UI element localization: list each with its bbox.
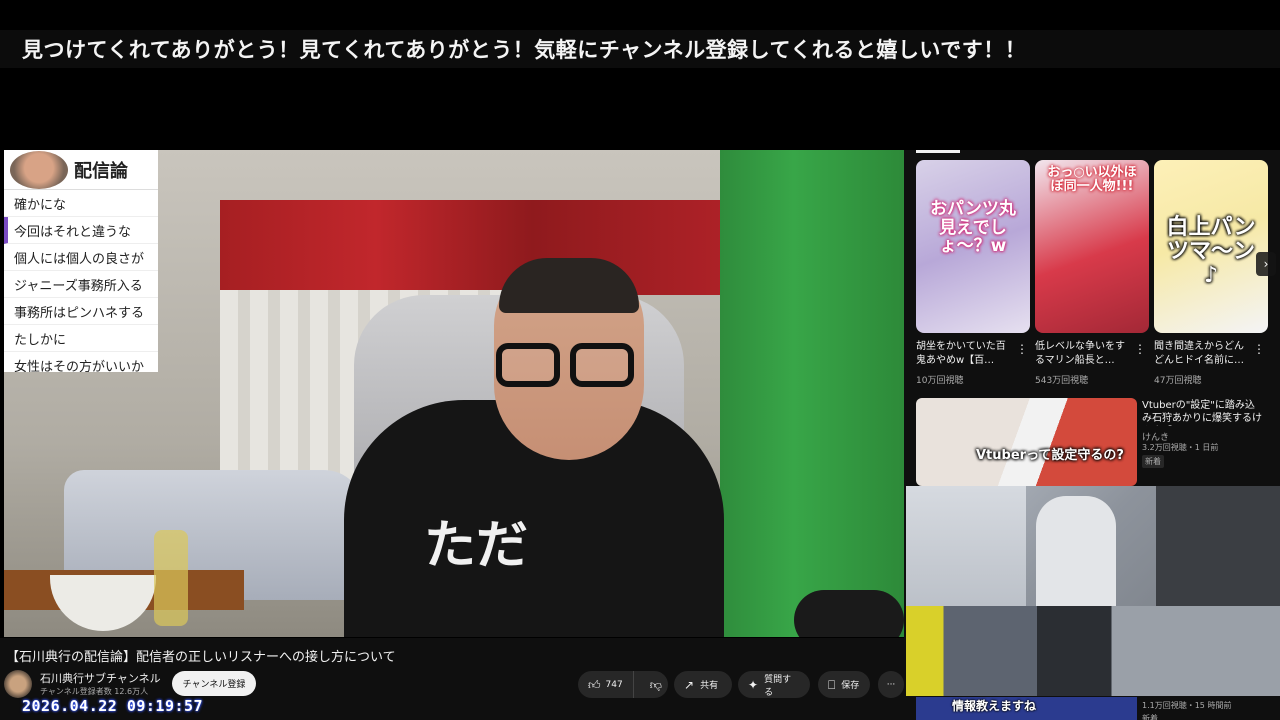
share-label: 共有	[700, 681, 719, 691]
shirt-print: ただ	[424, 515, 529, 576]
chat-overlay: 配信論 確かにな 今回はそれと違うな 個人には個人の良さが ジャニーズ事務所入る…	[4, 150, 158, 372]
ask-label: 質問する	[764, 674, 792, 698]
kebab-menu-icon[interactable]: ⋮	[1016, 342, 1028, 356]
recommended-meta: 3.2万回視聴・1 日前	[1142, 443, 1219, 452]
short-thumbnail[interactable]: おパンツ丸見えでしょ〜？w	[916, 160, 1030, 333]
recommended-video-title[interactable]: Vtuberの"設定"に踏み込み石狩あかりに爆笑するけんき【メ…	[1142, 399, 1264, 426]
video-title: 【石川典行の配信論】配信者の正しいリスナーへの接し方について	[6, 650, 396, 665]
subscriber-count: チャンネル登録者数 12.6万人	[40, 687, 149, 696]
recommended-video-thumbnail[interactable]: Vtuberって設定守るの?	[916, 398, 1137, 486]
bookmark-icon: ⎕	[828, 677, 836, 692]
pip-video-feed	[906, 486, 1280, 696]
thumbnail-caption: Vtuberって設定守るの?	[976, 448, 1124, 463]
chat-avatar	[10, 150, 68, 189]
short-views: 10万回視聴	[916, 376, 964, 386]
more-horizontal-icon: ···	[886, 679, 896, 690]
like-dislike-group: 👍︎ 747 👎︎	[578, 671, 668, 698]
thumbnail-caption: 情報教えますね	[952, 699, 1037, 713]
kebab-menu-icon[interactable]: ⋮	[1134, 342, 1146, 356]
chat-message: 今回はそれと違うな	[4, 217, 158, 244]
short-views: 47万回視聴	[1154, 376, 1202, 386]
stream-timestamp: 2026.04.22 09:19:57	[22, 697, 204, 715]
channel-name[interactable]: 石川典行サブチャンネル	[40, 670, 161, 686]
channel-avatar[interactable]	[4, 670, 32, 698]
short-thumbnail[interactable]: 白上パンツマ〜ン♪	[1154, 160, 1268, 333]
sparkle-icon: ✦	[748, 677, 759, 692]
chat-message: たしかに	[4, 325, 158, 352]
short-title[interactable]: 胡坐をかいていた百鬼あやめw【百…	[916, 340, 1012, 368]
chat-title: 配信論	[74, 160, 128, 182]
like-count: 747	[605, 679, 623, 690]
chat-message: 確かにな	[4, 190, 158, 217]
share-icon: ↗	[684, 677, 695, 692]
pip-person	[1036, 496, 1116, 616]
streamer-hair	[499, 258, 639, 313]
chat-message: 個人には個人の良さが	[4, 244, 158, 271]
short-overlay-text: おパンツ丸見えでしょ〜？w	[930, 199, 1016, 257]
pip-clutter	[906, 606, 1280, 696]
short-views: 543万回視聴	[1035, 376, 1089, 386]
short-thumbnail[interactable]: おっ○い以外ほぼ同一人物!!!	[1035, 160, 1149, 333]
new-badge: 新着	[1142, 714, 1158, 720]
top-banner: 見つけてくれてありがとう！見てくれてありがとう！気軽にチャンネル登録してくれると…	[0, 30, 1280, 68]
microphone	[794, 590, 904, 637]
short-overlay-text: 白上パンツマ〜ン♪	[1166, 215, 1256, 289]
recommended-meta: 1.1万回視聴・15 時間前	[1142, 701, 1232, 710]
banner-text: 見つけてくれてありがとう！見てくれてありがとう！気軽にチャンネル登録してくれると…	[22, 37, 1027, 62]
active-tab-indicator	[916, 150, 960, 153]
short-title[interactable]: 聞き間違えからどんどんヒドイ名前に…	[1154, 340, 1250, 368]
glasses	[496, 343, 636, 387]
share-button[interactable]: ↗ 共有	[674, 671, 732, 698]
green-screen	[720, 150, 904, 637]
chat-header: 配信論	[4, 150, 158, 190]
short-title[interactable]: 低レベルな争いをするマリン船長と…	[1035, 340, 1131, 368]
bottle	[154, 530, 188, 626]
chat-message: ジャニーズ事務所入る	[4, 271, 158, 298]
save-button[interactable]: ⎕ 保存	[818, 671, 870, 698]
new-badge: 新着	[1142, 455, 1164, 468]
chat-message: 女性はその方がいいか	[4, 352, 158, 373]
chevron-right-icon[interactable]: ›	[1256, 252, 1276, 276]
chat-message: 事務所はピンハネする	[4, 298, 158, 325]
short-overlay-text: おっ○い以外ほぼ同一人物!!!	[1047, 165, 1137, 195]
thumbs-up-icon: 👍︎	[588, 677, 601, 692]
thumbs-down-icon: 👎︎	[649, 677, 662, 692]
save-label: 保存	[841, 681, 860, 691]
red-curtain	[220, 200, 740, 295]
dislike-button[interactable]: 👎︎	[640, 671, 672, 698]
more-actions-button[interactable]: ···	[878, 671, 904, 698]
subscribe-button[interactable]: チャンネル登録	[172, 671, 256, 696]
kebab-menu-icon[interactable]: ⋮	[1253, 342, 1265, 356]
like-button[interactable]: 👍︎ 747	[578, 671, 634, 698]
ask-button[interactable]: ✦ 質問する	[738, 671, 810, 698]
